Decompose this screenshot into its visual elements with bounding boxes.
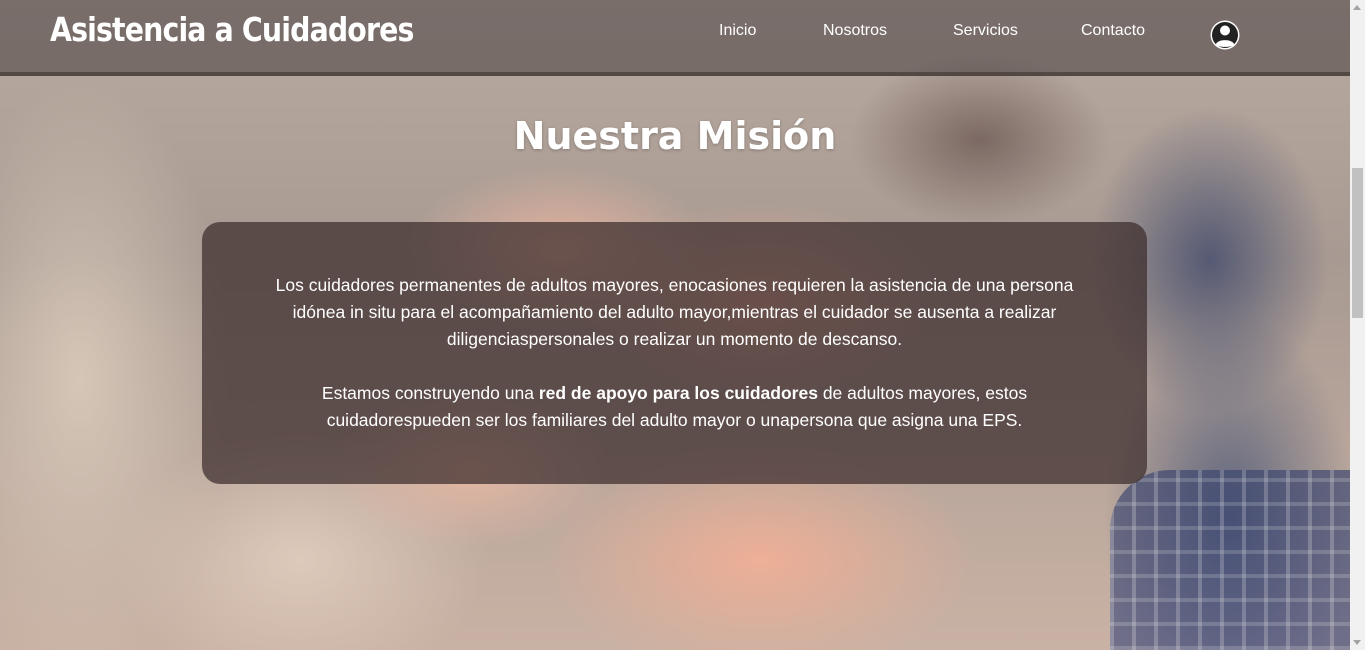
mission-card: Los cuidadores permanentes de adultos ma… — [202, 222, 1147, 484]
mission-paragraph-1: Los cuidadores permanentes de adultos ma… — [275, 275, 1074, 349]
scroll-down-icon[interactable] — [1353, 640, 1361, 645]
mission-paragraph-2-highlight: red de apoyo para los cuidadores — [538, 383, 818, 403]
scroll-thumb[interactable] — [1352, 168, 1363, 318]
plaid-shirt-sleeve — [1110, 470, 1350, 650]
navbar: Asistencia a Cuidadores Inicio Nosotros … — [0, 0, 1350, 76]
nav-link-nosotros[interactable]: Nosotros — [823, 22, 953, 40]
scroll-up-icon[interactable] — [1353, 5, 1361, 10]
vertical-scrollbar[interactable] — [1350, 0, 1365, 650]
nav-link-contacto[interactable]: Contacto — [1081, 22, 1191, 40]
user-circle-icon[interactable] — [1210, 20, 1240, 50]
mission-paragraph-2: Estamos construyendo una red de apoyo pa… — [262, 380, 1087, 434]
nav-link-inicio[interactable]: Inicio — [719, 22, 823, 40]
nav-links: Inicio Nosotros Servicios Contacto — [719, 22, 1191, 40]
mission-title: Nuestra Misión — [513, 114, 837, 158]
mission-paragraph-2-start: Estamos construyendo una — [321, 383, 539, 403]
brand-logo[interactable]: Asistencia a Cuidadores — [50, 10, 414, 49]
page: Asistencia a Cuidadores Inicio Nosotros … — [0, 0, 1365, 650]
nav-link-servicios[interactable]: Servicios — [953, 22, 1081, 40]
